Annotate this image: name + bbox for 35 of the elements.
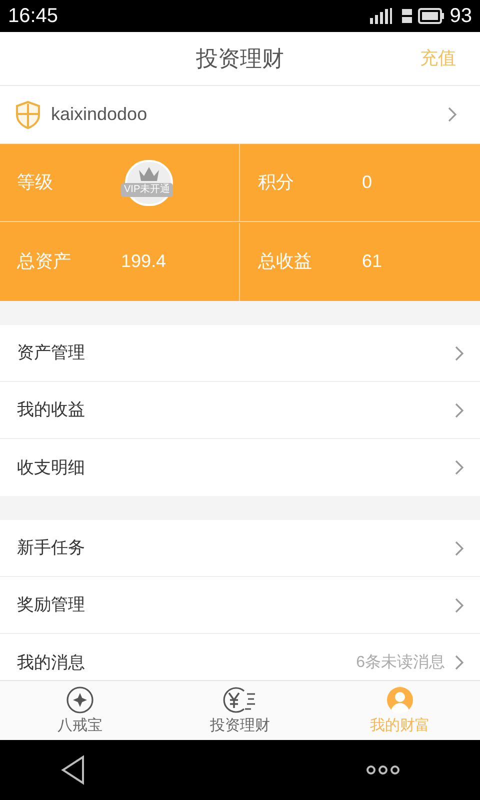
status-time: 16:45 [8,4,58,29]
battery-level: 93 [450,4,472,29]
chevron-right-icon [455,598,464,612]
chevron-right-icon [455,655,464,670]
menu-label: 我的消息 [17,652,86,674]
back-icon[interactable] [60,755,86,785]
stat-value: 199.4 [121,250,166,273]
chevron-right-icon [448,107,457,122]
chevron-right-icon [455,402,464,418]
stat-label: 总资产 [17,250,72,273]
chevron-right-icon [455,460,464,475]
stat-value: 61 [362,250,382,273]
chevron-right-icon [455,346,464,360]
battery-icon [418,8,444,24]
user-icon [386,686,414,714]
stat-label: 等级 [17,171,54,194]
stat-label: 总收益 [258,250,313,273]
network-icon [402,8,412,24]
menu-label: 我的收益 [17,399,86,422]
page-title: 投资理财 [196,45,284,73]
crown-icon [137,166,161,182]
menu-label: 资产管理 [17,342,86,364]
menu-label: 奖励管理 [17,594,86,616]
stat-label: 积分 [258,171,295,194]
unread-count: 6条未读消息 [356,652,445,672]
shield-icon [15,100,41,128]
vip-status: VIP未开通 [121,182,174,196]
menu-label: 新手任务 [17,537,86,560]
stat-value: 0 [362,171,372,194]
tab[interactable]: 投资理财 [160,681,320,740]
username: kaixindodoo [51,103,148,126]
chevron-right-icon [455,540,464,556]
tab[interactable]: 八戒宝 [0,681,160,740]
more-icon[interactable] [366,765,400,775]
menu-label: 收支明细 [17,456,86,479]
